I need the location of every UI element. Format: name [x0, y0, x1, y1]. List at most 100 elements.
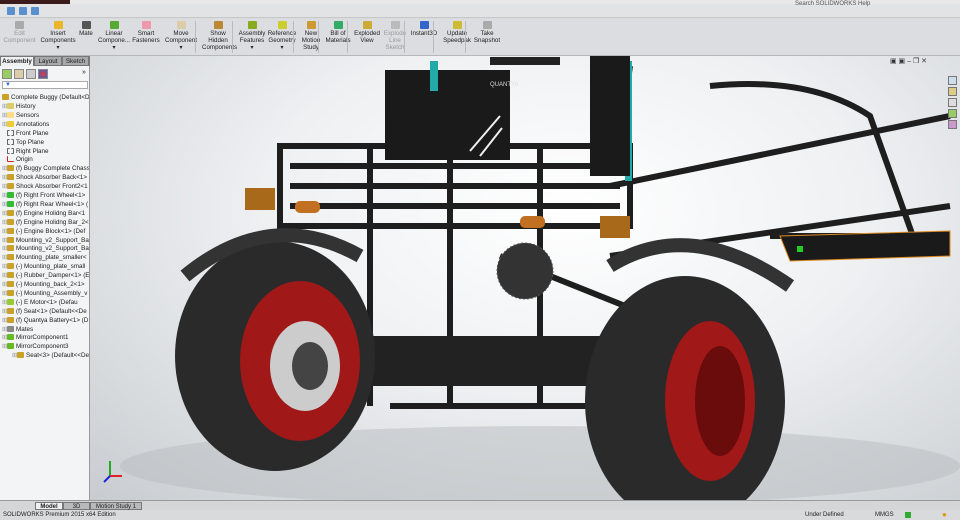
rebuild-icon[interactable] [905, 512, 911, 518]
part-icon [7, 209, 14, 216]
tree-item[interactable]: ⊞ (-) Mounting_back_2<1> [2, 280, 85, 289]
tree-item[interactable]: ⊞ (-) Mounting_Assembly_v [2, 289, 87, 298]
part-icon [7, 218, 14, 225]
appearances-icon[interactable] [948, 120, 957, 129]
new-icon[interactable] [7, 7, 15, 15]
part-icon [7, 289, 14, 296]
resources-icon[interactable] [948, 76, 957, 85]
save-icon[interactable] [31, 7, 39, 15]
mates-icon [7, 325, 14, 332]
display-manager-tab-icon[interactable] [38, 69, 48, 79]
tree-item[interactable]: ⊞ (f) Engine Holidng Bar<1 [2, 209, 85, 218]
snapshot-button[interactable]: Take Snapshot [473, 21, 501, 44]
tree-item[interactable]: ⊞ (-) E Motor<1> (Defau [2, 298, 78, 307]
window-controls[interactable]: ▣ ▣ – ❐ ✕ [890, 57, 927, 65]
tree-root[interactable]: Complete Buggy (Default<D [2, 93, 89, 102]
divider [318, 21, 319, 53]
tab-layout[interactable]: Layout [34, 56, 62, 66]
view-palette-icon[interactable] [948, 109, 957, 118]
tree-item[interactable]: ⊞ (f) Right Rear Wheel<1> ( [2, 200, 88, 209]
insert-components-button[interactable]: Insert Components ▾ [40, 21, 76, 51]
tree-item[interactable]: ⊞ Mounting_v2_Support_Ba [2, 244, 89, 253]
instant3d-icon [419, 21, 429, 29]
help-bulb-icon[interactable]: ● [942, 510, 947, 520]
configuration-tab-icon[interactable] [26, 69, 36, 79]
tree-item[interactable]: ⊞ Mates [2, 325, 33, 334]
tree-item[interactable]: ⊞ Mounting_plate_smaller< [2, 253, 87, 262]
tree-item[interactable]: ⊞ Mounting_v2_Support_Ba [2, 236, 89, 245]
tree-item[interactable]: ⊞ (-) Engine Block<1> (Def [2, 227, 85, 236]
button-label: Move Component [165, 30, 197, 44]
part-icon [7, 272, 14, 279]
tree-item[interactable]: ⊞ (f) Seat<1> (Default<<De [2, 307, 87, 316]
tree-item-label: (-) Engine Block<1> (Def [16, 227, 86, 235]
tree-item-label: Mounting_v2_Support_Ba [16, 236, 89, 244]
exploded-view-button[interactable]: Exploded View [353, 21, 381, 44]
tree-item[interactable]: Right Plane [2, 147, 49, 156]
speedpak-icon [452, 21, 462, 29]
assembly-features-button[interactable]: Assembly Features ▾ [237, 21, 267, 51]
tree-item[interactable]: Origin [2, 155, 33, 164]
expand-chevron-icon[interactable]: » [82, 69, 86, 76]
tree-item[interactable]: ⊞ History [2, 102, 36, 111]
part-icon [7, 174, 14, 181]
tree-item[interactable]: ⊞ (-) Mounting_plate_small [2, 262, 85, 271]
speedpak-button[interactable]: Update Speedpak [442, 21, 472, 44]
tree-item[interactable]: ⊞ Annotations [2, 120, 49, 129]
smart-fasteners-button[interactable]: Smart Fasteners [132, 21, 160, 44]
tab-assembly[interactable]: Assembly [0, 56, 34, 66]
design-library-icon[interactable] [948, 87, 957, 96]
annotations-icon [7, 120, 14, 127]
tree-item[interactable]: ⊞ Seat<3> (Default<<De [12, 351, 89, 360]
button-label: Take Snapshot [473, 30, 501, 44]
tree-item[interactable]: ⊞ (f) Right Front Wheel<1> [2, 191, 85, 200]
bottom-tab-motion-study-1[interactable]: Motion Study 1 [90, 502, 142, 510]
search-help-input[interactable]: Search SOLIDWORKS Help [795, 1, 870, 7]
tree-item-label: (f) Buggy Complete Chass [16, 165, 90, 173]
motion-study-button[interactable]: New Motion Study [299, 21, 323, 51]
edit-component-button[interactable]: Edit Component [2, 21, 37, 44]
bottom-tab-model[interactable]: Model [35, 502, 63, 510]
dropdown-arrow-icon[interactable]: ▾ [40, 44, 76, 51]
tree-item[interactable]: ⊞ MirrorComponent3 [2, 342, 69, 351]
explode-line-icon [390, 21, 400, 29]
button-label: Reference Geometry [267, 30, 297, 44]
open-icon[interactable] [19, 7, 27, 15]
tree-item[interactable]: ⊞ (-) Rubber_Damper<1> (E [2, 271, 89, 280]
part-icon [7, 281, 14, 287]
property-manager-tab-icon[interactable] [14, 69, 24, 79]
linear-pattern-button[interactable]: Linear Compone... ▾ [97, 21, 131, 51]
mate-button[interactable]: Mate [77, 21, 95, 37]
buggy-model: QUANTYA [103, 56, 960, 500]
bottom-tab-3d-views[interactable]: 3D Views [63, 502, 90, 518]
tree-filter[interactable]: ▼ [2, 81, 88, 89]
mirror-icon [7, 343, 14, 350]
view-toolbar[interactable] [490, 57, 560, 65]
tree-item[interactable]: ⊞ Sensors [2, 111, 39, 120]
status-bar: SOLIDWORKS Premium 2015 x64 Edition Unde… [0, 510, 960, 520]
dropdown-arrow-icon[interactable]: ▾ [97, 44, 131, 51]
command-manager: Edit Component Insert Components ▾ Mate Line… [0, 19, 960, 56]
tree-item-label: (f) Engine Holidng Bar_2< [16, 218, 89, 226]
tree-item[interactable]: ⊞ Shock Absorber Back<1> [2, 173, 87, 182]
tree-item-label: (-) Mounting_Assembly_v [16, 289, 88, 297]
tree-item-label: Mounting_plate_smaller< [16, 254, 87, 262]
quick-access-bar: Search SOLIDWORKS Help [0, 1, 960, 18]
show-hidden-button[interactable]: Show Hidden Components [202, 21, 237, 51]
dropdown-arrow-icon[interactable]: ▾ [237, 44, 267, 51]
graphics-viewport[interactable]: QUANTYA [90, 56, 960, 500]
tree-item[interactable]: Front Plane [2, 129, 49, 138]
tree-item[interactable]: ⊞ Shock Absorber Front2<1 [2, 182, 88, 191]
tree-item[interactable]: ⊞ (f) Engine Holidng Bar_2< [2, 218, 89, 227]
tree-item-label: Mounting_v2_Support_Ba [16, 245, 89, 253]
tree-item[interactable]: ⊞ MirrorComponent1 [2, 333, 69, 342]
tree-item[interactable]: ⊞ (f) Quantya Battery<1> (D [2, 316, 88, 325]
divider [404, 21, 405, 53]
file-explorer-icon[interactable] [948, 98, 957, 107]
tree-item[interactable]: ⊞ (f) Buggy Complete Chass [2, 164, 90, 173]
tree-item[interactable]: Top Plane [2, 138, 44, 147]
units-selector[interactable]: MMGS [875, 510, 894, 520]
button-label: Explode Line Sketch [383, 30, 407, 51]
tab-sketch[interactable]: Sketch [62, 56, 89, 66]
feature-tree-tab-icon[interactable] [2, 69, 12, 79]
